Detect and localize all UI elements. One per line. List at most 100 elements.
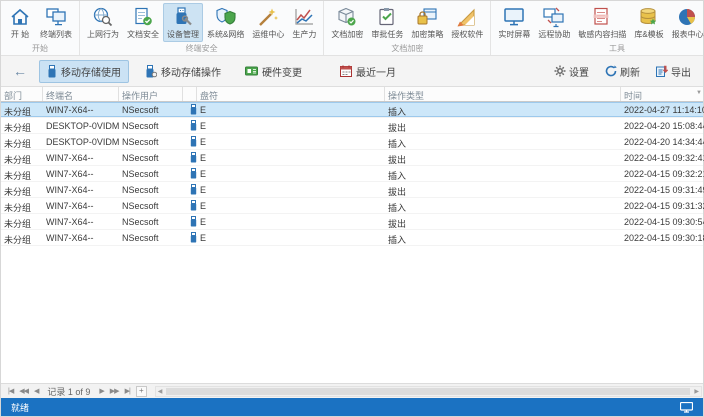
refresh-icon bbox=[605, 65, 617, 77]
cell-terminal: DESKTOP-0VIDMDJ bbox=[43, 118, 119, 133]
cell-terminal: DESKTOP-0VIDMDJ bbox=[43, 134, 119, 149]
ribbon-button-label: 上网行为 bbox=[87, 29, 119, 40]
ribbon-button-ops-center[interactable]: 运维中心 bbox=[248, 3, 288, 42]
ribbon-button-productivity[interactable]: 生产力 bbox=[288, 3, 320, 42]
table-row[interactable]: 未分组 DESKTOP-0VIDMDJ NSecsoft E 拔出 2022-0… bbox=[1, 118, 703, 134]
cell-drive-icon bbox=[183, 150, 197, 165]
cell-time: 2022-04-15 09:31:49 bbox=[621, 182, 704, 197]
table-row[interactable]: 未分组 WIN7-X64-- NSecsoft E 插入 2022-04-15 … bbox=[1, 198, 703, 214]
ribbon-button-remote-assist[interactable]: 远程协助 bbox=[534, 3, 574, 42]
ribbon-button-terminal-list[interactable]: 终端列表 bbox=[36, 3, 76, 42]
ribbon-button-doc-security[interactable]: 文档安全 bbox=[123, 3, 163, 42]
usb-drive-icon bbox=[190, 136, 197, 147]
cell-terminal: WIN7-X64-- bbox=[43, 214, 119, 229]
view-button-label: 硬件变更 bbox=[262, 64, 302, 79]
ribbon-button-encrypt-policy[interactable]: 加密策略 bbox=[407, 3, 447, 42]
ribbon-button-licensed-software[interactable]: 授权软件 bbox=[447, 3, 487, 42]
cell-drive-icon bbox=[183, 102, 197, 117]
date-filter-button[interactable]: 最近一月 bbox=[332, 60, 404, 83]
usb-drive-icon bbox=[47, 65, 57, 78]
cell-operator: NSecsoft bbox=[119, 230, 183, 245]
scrollbar-thumb[interactable] bbox=[166, 388, 690, 395]
add-record-button[interactable]: + bbox=[136, 386, 147, 397]
column-header-time[interactable]: 时间 ▼ bbox=[621, 87, 704, 101]
horizontal-scrollbar[interactable]: ◀ ▶ bbox=[155, 386, 702, 397]
ribbon-button-label: 敏感内容扫描 bbox=[578, 29, 626, 40]
ribbon-button-library-template[interactable]: 库&模板 bbox=[630, 3, 667, 42]
settings-button[interactable]: 设置 bbox=[550, 62, 593, 81]
cell-dept: 未分组 bbox=[1, 230, 43, 245]
cell-drive: E bbox=[197, 102, 385, 117]
column-header-terminal[interactable]: 终端名 bbox=[43, 87, 119, 101]
ribbon-button-start[interactable]: 开 始 bbox=[4, 3, 36, 42]
cell-op-type: 插入 bbox=[385, 230, 621, 245]
next-page-button[interactable]: ▶▶ bbox=[107, 387, 122, 395]
records-table: 部门 终端名 操作用户 盘符 操作类型 时间 ▼ 未分组 WIN7-X64-- … bbox=[1, 87, 703, 383]
ribbon-group-tools: 实时屏幕 远程协助 敏感内容扫描 bbox=[491, 1, 704, 55]
table-row[interactable]: 未分组 DESKTOP-0VIDMDJ NSecsoft E 插入 2022-0… bbox=[1, 134, 703, 150]
view-button-hardware-change[interactable]: 硬件变更 bbox=[237, 60, 310, 83]
column-header-drive[interactable]: 盘符 bbox=[197, 87, 385, 101]
prev-record-button[interactable]: ◀ bbox=[31, 387, 41, 395]
ribbon-button-approval-tasks[interactable]: 审批任务 bbox=[367, 3, 407, 42]
cell-dept: 未分组 bbox=[1, 166, 43, 181]
table-row[interactable]: 未分组 WIN7-X64-- NSecsoft E 拔出 2022-04-15 … bbox=[1, 214, 703, 230]
cell-drive: E bbox=[197, 214, 385, 229]
double-shield-icon bbox=[214, 6, 238, 28]
cell-time: 2022-04-15 09:32:21 bbox=[621, 166, 704, 181]
ribbon-button-sensitive-scan[interactable]: 敏感内容扫描 bbox=[574, 3, 630, 42]
cell-drive-icon bbox=[183, 230, 197, 245]
back-button[interactable]: ← bbox=[9, 63, 31, 79]
ribbon-button-label: 加密策略 bbox=[411, 29, 443, 40]
view-button-storage-usage[interactable]: 移动存储使用 bbox=[39, 60, 129, 83]
view-button-storage-ops[interactable]: 移动存储操作 bbox=[137, 60, 229, 83]
table-row[interactable]: 未分组 WIN7-X64-- NSecsoft E 插入 2022-04-15 … bbox=[1, 166, 703, 182]
table-row[interactable]: 未分组 WIN7-X64-- NSecsoft E 拔出 2022-04-15 … bbox=[1, 150, 703, 166]
cell-drive-icon bbox=[183, 134, 197, 149]
cell-dept: 未分组 bbox=[1, 118, 43, 133]
table-header: 部门 终端名 操作用户 盘符 操作类型 时间 ▼ bbox=[1, 87, 703, 102]
ribbon-button-device-manage[interactable]: 设备管理 bbox=[163, 3, 203, 42]
ribbon-button-doc-encrypt[interactable]: 文档加密 bbox=[327, 3, 367, 42]
scroll-right-icon[interactable]: ▶ bbox=[692, 388, 701, 395]
table-row[interactable]: 未分组 WIN7-X64-- NSecsoft E 插入 2022-04-27 … bbox=[1, 102, 703, 118]
cell-drive-icon bbox=[183, 166, 197, 181]
last-record-button[interactable]: ▶| bbox=[122, 387, 133, 395]
view-button-label: 移动存储使用 bbox=[61, 64, 121, 79]
cell-drive: E bbox=[197, 230, 385, 245]
ribbon-button-label: 文档加密 bbox=[331, 29, 363, 40]
scroll-left-icon[interactable]: ◀ bbox=[156, 388, 165, 395]
sort-arrow-icon[interactable]: ▼ bbox=[696, 90, 702, 96]
prev-page-button[interactable]: ◀◀ bbox=[16, 387, 31, 395]
next-record-button[interactable]: ▶ bbox=[96, 387, 106, 395]
table-empty-area bbox=[1, 246, 703, 383]
ribbon-button-web-behavior[interactable]: 上网行为 bbox=[83, 3, 123, 42]
ribbon-group-label: 文档加密 bbox=[327, 42, 487, 56]
column-header-dept[interactable]: 部门 bbox=[1, 87, 43, 101]
ribbon-button-realtime-screen[interactable]: 实时屏幕 bbox=[494, 3, 534, 42]
refresh-label: 刷新 bbox=[620, 64, 640, 79]
refresh-button[interactable]: 刷新 bbox=[601, 62, 644, 81]
usb-gear-icon bbox=[145, 65, 157, 78]
export-button[interactable]: 导出 bbox=[652, 62, 695, 81]
column-header-op-type[interactable]: 操作类型 bbox=[385, 87, 621, 101]
connection-monitor-icon[interactable] bbox=[680, 402, 693, 413]
column-header-drive-icon[interactable] bbox=[183, 87, 197, 101]
ribbon-button-system-network[interactable]: 系统&网络 bbox=[203, 3, 248, 42]
database-icon bbox=[637, 6, 661, 28]
cell-dept: 未分组 bbox=[1, 214, 43, 229]
table-row[interactable]: 未分组 WIN7-X64-- NSecsoft E 插入 2022-04-15 … bbox=[1, 230, 703, 246]
hardware-card-icon bbox=[245, 66, 258, 77]
cell-terminal: WIN7-X64-- bbox=[43, 198, 119, 213]
ribbon-button-report-center[interactable]: 报表中心 bbox=[668, 3, 704, 42]
cell-drive-icon bbox=[183, 198, 197, 213]
column-header-operator[interactable]: 操作用户 bbox=[119, 87, 183, 101]
ribbon-button-label: 远程协助 bbox=[538, 29, 570, 40]
ribbon-group-terminal-security: 上网行为 文档安全 设备管理 bbox=[80, 1, 324, 55]
cell-time: 2022-04-20 15:08:44 bbox=[621, 118, 704, 133]
first-record-button[interactable]: |◀ bbox=[5, 387, 16, 395]
ribbon-button-label: 文档安全 bbox=[127, 29, 159, 40]
table-row[interactable]: 未分组 WIN7-X64-- NSecsoft E 拔出 2022-04-15 … bbox=[1, 182, 703, 198]
ribbon-button-label: 库&模板 bbox=[634, 29, 663, 40]
document-scan-icon bbox=[590, 6, 614, 28]
